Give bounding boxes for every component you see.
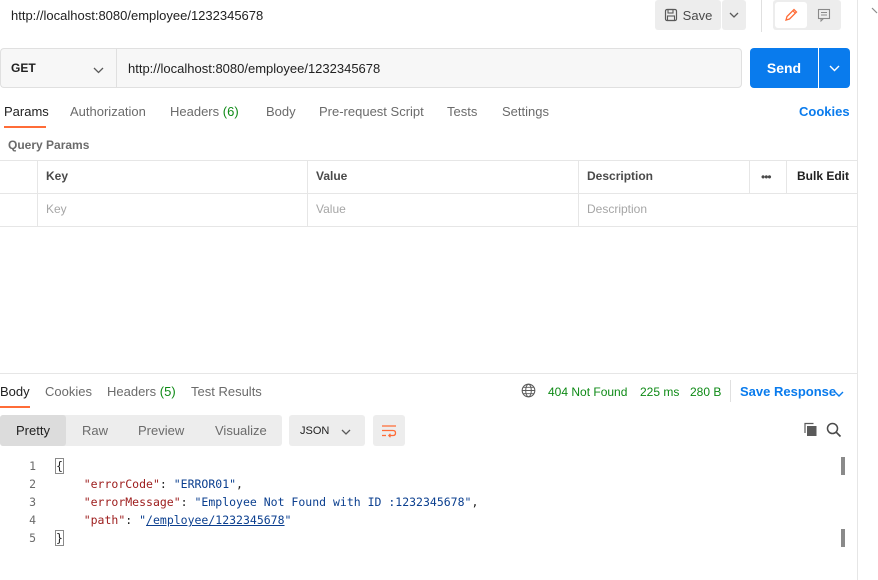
json-value: "Employee Not Found with ID :1232345678" bbox=[194, 495, 472, 509]
line-number: 3 bbox=[29, 495, 36, 509]
view-raw-button[interactable]: Raw bbox=[82, 423, 108, 438]
globe-icon[interactable] bbox=[521, 383, 536, 401]
chevron-down-icon[interactable] bbox=[834, 386, 844, 401]
tab-authorization[interactable]: Authorization bbox=[70, 104, 146, 119]
cookies-link[interactable]: Cookies bbox=[799, 104, 850, 119]
comments-button[interactable] bbox=[809, 2, 839, 28]
active-tab-indicator bbox=[4, 126, 46, 128]
tab-body[interactable]: Body bbox=[266, 104, 296, 119]
column-header-key: Key bbox=[46, 169, 69, 183]
response-tab-test-results[interactable]: Test Results bbox=[191, 384, 262, 399]
more-options-icon[interactable]: ••• bbox=[761, 170, 772, 184]
line-number: 2 bbox=[29, 477, 36, 491]
search-icon[interactable] bbox=[826, 422, 842, 441]
column-header-description: Description bbox=[587, 169, 654, 183]
scrollbar-thumb[interactable] bbox=[841, 529, 845, 547]
view-pretty-button[interactable]: Pretty bbox=[0, 415, 66, 446]
send-button[interactable]: Send bbox=[750, 48, 818, 88]
view-preview-button[interactable]: Preview bbox=[138, 423, 184, 438]
response-tab-cookies[interactable]: Cookies bbox=[45, 384, 92, 399]
code-line: "path": "/employee/1232345678" bbox=[83, 513, 292, 527]
json-path-link[interactable]: /employee/1232345678 bbox=[146, 513, 284, 527]
response-divider bbox=[0, 373, 857, 374]
close-brace: } bbox=[55, 530, 64, 546]
json-quote: " bbox=[139, 513, 147, 527]
code-line: } bbox=[55, 530, 64, 546]
open-brace: { bbox=[55, 458, 64, 474]
json-key: "errorCode" bbox=[83, 477, 160, 491]
right-panel-border bbox=[857, 0, 858, 580]
request-title: http://localhost:8080/employee/123234567… bbox=[11, 8, 264, 23]
response-tab-headers-label: Headers bbox=[107, 384, 157, 399]
chevron-down-icon bbox=[829, 65, 840, 71]
response-tab-headers[interactable]: Headers (5) bbox=[107, 384, 176, 399]
tab-headers-label: Headers bbox=[170, 104, 220, 119]
column-header-value: Value bbox=[316, 169, 348, 183]
param-description-input[interactable]: Description bbox=[587, 202, 647, 216]
json-quote: " bbox=[284, 513, 292, 527]
line-number: 5 bbox=[29, 531, 36, 545]
tab-settings[interactable]: Settings bbox=[502, 104, 549, 119]
chevron-down-icon bbox=[341, 424, 351, 439]
tab-headers[interactable]: Headers (6) bbox=[170, 104, 239, 119]
toolbar-divider bbox=[761, 0, 762, 32]
right-sidebar-icon[interactable] bbox=[868, 6, 878, 20]
save-button[interactable]: Save bbox=[655, 0, 721, 30]
param-key-input[interactable]: Key bbox=[46, 202, 67, 216]
response-size[interactable]: 280 B bbox=[690, 385, 721, 399]
code-line: "errorMessage": "Employee Not Found with… bbox=[83, 495, 479, 509]
bulk-edit-button[interactable]: Bulk Edit bbox=[797, 169, 849, 183]
line-number: 1 bbox=[29, 459, 36, 473]
send-options-dropdown[interactable] bbox=[819, 48, 850, 88]
save-icon bbox=[664, 8, 677, 22]
copy-icon[interactable] bbox=[803, 422, 818, 440]
tab-headers-count: (6) bbox=[222, 104, 239, 119]
query-params-table: Key Value Description Key Value Descript… bbox=[0, 160, 858, 227]
query-params-heading: Query Params bbox=[8, 138, 90, 152]
wrap-lines-button[interactable] bbox=[373, 415, 405, 446]
tab-params[interactable]: Params bbox=[4, 104, 49, 119]
scrollbar-thumb[interactable] bbox=[841, 457, 845, 475]
format-label: JSON bbox=[300, 425, 330, 437]
active-tab-indicator bbox=[0, 406, 30, 408]
json-comma: , bbox=[471, 495, 479, 509]
json-key: "path" bbox=[83, 513, 126, 527]
response-status[interactable]: 404 Not Found bbox=[548, 385, 627, 399]
response-time[interactable]: 225 ms bbox=[640, 385, 679, 399]
response-tab-headers-count: (5) bbox=[159, 384, 176, 399]
view-visualize-button[interactable]: Visualize bbox=[215, 423, 267, 438]
json-key: "errorMessage" bbox=[83, 495, 181, 509]
edit-mode-button[interactable] bbox=[775, 2, 807, 28]
param-value-input[interactable]: Value bbox=[316, 202, 346, 216]
save-options-dropdown[interactable] bbox=[722, 0, 746, 30]
status-divider bbox=[730, 380, 731, 402]
tab-tests[interactable]: Tests bbox=[447, 104, 477, 119]
json-comma: , bbox=[236, 477, 243, 491]
response-tab-body[interactable]: Body bbox=[0, 384, 30, 399]
line-number: 4 bbox=[29, 513, 36, 527]
code-line: { bbox=[55, 458, 64, 474]
url-text: http://localhost:8080/employee/123234567… bbox=[128, 61, 381, 76]
save-response-button[interactable]: Save Response bbox=[740, 384, 836, 399]
wrap-lines-icon bbox=[382, 424, 397, 438]
json-value: "ERROR01" bbox=[173, 477, 237, 491]
method-label: GET bbox=[11, 61, 36, 75]
code-line: "errorCode": "ERROR01", bbox=[83, 477, 243, 491]
save-label: Save bbox=[682, 7, 713, 23]
comment-icon bbox=[817, 8, 831, 22]
tab-pre-request-script[interactable]: Pre-request Script bbox=[319, 104, 424, 119]
pencil-icon bbox=[785, 8, 798, 21]
chevron-down-icon bbox=[729, 12, 739, 18]
chevron-down-icon bbox=[93, 62, 104, 77]
